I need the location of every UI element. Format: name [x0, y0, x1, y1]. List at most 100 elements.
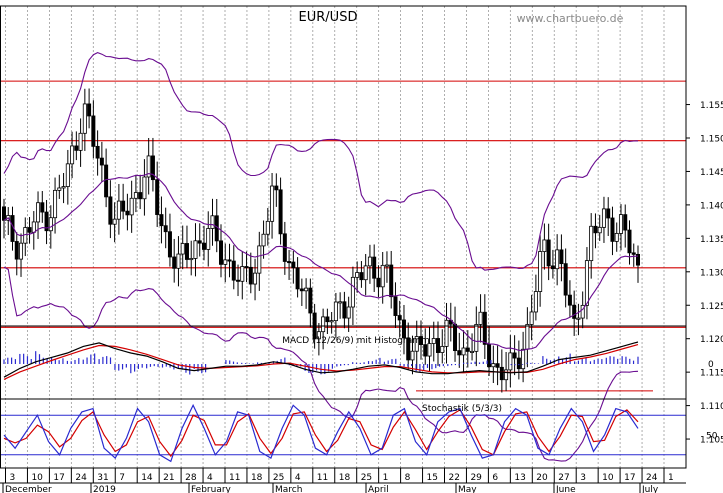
candle-body-80: [342, 301, 347, 319]
candle-body-110: [470, 350, 475, 353]
candle-body-4: [19, 242, 24, 260]
y-tick-label: 1.135: [700, 235, 723, 245]
x-tick-label: 25: [273, 473, 284, 483]
candle-body-62: [265, 220, 270, 235]
candle-body-96: [410, 350, 415, 361]
candle-body-55: [236, 279, 241, 282]
candle-body-31: [133, 192, 138, 199]
candle-body-60: [257, 245, 262, 274]
candle-body-45: [193, 240, 198, 259]
chart-title: EUR/USD: [299, 10, 358, 25]
candle-body-53: [227, 259, 232, 262]
candle-body-111: [474, 324, 479, 352]
candle-body-89: [380, 264, 385, 288]
month-label: April: [368, 485, 389, 493]
x-tick-label: 21: [163, 473, 174, 483]
candle-body-77: [329, 320, 334, 323]
candle-body-54: [231, 260, 236, 281]
candle-body-75: [321, 316, 326, 333]
x-tick-label: 4: [295, 473, 301, 483]
candle-body-44: [189, 258, 194, 261]
candle-body-147: [627, 229, 632, 254]
candle-body-64: [274, 185, 279, 191]
y-tick-label: 1.155: [700, 101, 723, 111]
chart-root: 1.155 1.150 1.145 1.140 1.135 1.130 1.125 1.120…: [0, 0, 723, 493]
candle-body-126: [538, 251, 543, 292]
x-tick-label: 11: [229, 473, 240, 483]
x-tick-label: 17: [53, 473, 64, 483]
candle-body-6: [27, 227, 32, 233]
candle-body-141: [601, 208, 606, 228]
candle-body-82: [350, 276, 355, 308]
candle-body-109: [465, 347, 470, 352]
candle-body-76: [325, 316, 330, 323]
x-tick-label: 17: [624, 473, 635, 483]
candle-body-59: [253, 272, 258, 285]
x-tick-label: 10: [31, 473, 43, 483]
x-tick-label: 1: [383, 473, 389, 483]
candle-body-20: [87, 103, 92, 117]
candle-body-56: [240, 266, 245, 282]
candle-body-48: [206, 228, 211, 250]
x-tick-label: 18: [339, 473, 351, 483]
candle-body-88: [376, 277, 381, 288]
candle-body-114: [487, 343, 492, 368]
candle-body-67: [287, 261, 292, 264]
x-tick-label: 3: [580, 473, 586, 483]
candle-body-26: [112, 218, 117, 225]
eurusd-chart: 1.155 1.150 1.145 1.140 1.135 1.130 1.125 1.120…: [0, 0, 723, 493]
candle-body-143: [610, 217, 615, 242]
y-tick-label: 1.145: [700, 168, 723, 178]
candle-body-145: [618, 214, 623, 234]
candle-body-85: [363, 265, 368, 281]
candle-body-102: [436, 338, 441, 353]
candle-body-28: [121, 200, 126, 212]
candle-body-52: [223, 259, 228, 265]
candle-body-118: [504, 369, 509, 381]
x-tick-label: 14: [141, 473, 153, 483]
candle-body-57: [244, 266, 249, 269]
x-tick-label: 1: [668, 473, 674, 483]
candle-body-144: [614, 233, 619, 242]
candle-body-72: [308, 287, 313, 314]
candle-body-39: [167, 231, 172, 258]
candle-body-37: [159, 214, 164, 227]
month-label: May: [458, 485, 477, 493]
candle-body-93: [397, 315, 402, 321]
x-tick-label: 13: [514, 473, 525, 483]
candle-body-119: [508, 352, 513, 371]
month-label: March: [275, 485, 302, 493]
x-tick-label: 8: [405, 473, 411, 483]
candle-body-91: [389, 264, 394, 298]
candle-body-99: [423, 344, 428, 357]
candle-body-86: [367, 256, 372, 267]
stochastic-y-label: 50: [706, 432, 718, 442]
candle-body-133: [567, 294, 572, 306]
candle-body-27: [116, 200, 121, 220]
candle-body-68: [291, 261, 296, 269]
candle-body-9: [40, 202, 45, 213]
candle-body-108: [461, 347, 466, 356]
candle-body-79: [338, 301, 343, 304]
candle-body-32: [138, 192, 143, 200]
x-tick-label: 20: [536, 473, 548, 483]
candle-body-21: [91, 115, 96, 147]
candle-body-41: [176, 253, 181, 269]
month-label: July: [641, 485, 659, 493]
candle-body-101: [431, 338, 436, 344]
candle-body-40: [172, 256, 177, 269]
candle-body-36: [155, 179, 160, 215]
candle-body-33: [142, 176, 147, 200]
candle-body-29: [125, 210, 130, 216]
x-tick-label: 29: [470, 473, 482, 483]
candle-body-112: [478, 311, 483, 325]
candle-body-106: [453, 323, 458, 352]
candle-body-12: [53, 189, 58, 219]
x-tick-label: 3: [10, 473, 16, 483]
candle-body-69: [295, 267, 300, 290]
x-tick-label: 25: [361, 473, 372, 483]
y-tick-label: 1.140: [700, 201, 723, 211]
x-tick-label: 7: [119, 473, 125, 483]
candle-body-65: [278, 189, 283, 235]
candle-body-117: [499, 366, 504, 381]
